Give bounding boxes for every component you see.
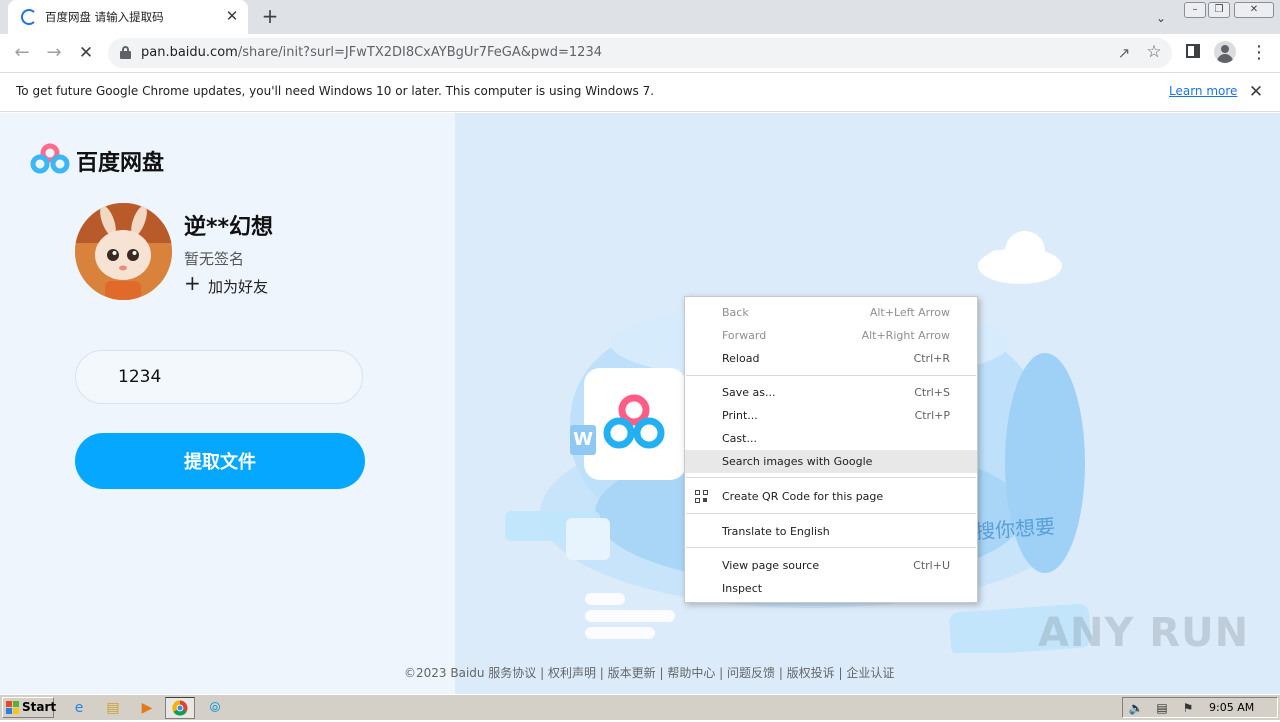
update-infobar: To get future Google Chrome updates, you… bbox=[0, 72, 1280, 112]
infobar-close-icon[interactable]: ✕ bbox=[1246, 82, 1266, 102]
share-username: 逆**幻想 bbox=[184, 215, 274, 240]
context-menu-cast[interactable]: Cast... bbox=[685, 427, 977, 450]
tab-strip: 百度网盘 请输入提取码 ✕ + ⌄ – ❐ ✕ bbox=[0, 0, 1280, 34]
windows-taskbar: Start e ▤ ▶ ⦾ 🔈 ▤ ⚑ 9:05 AM bbox=[0, 694, 1280, 720]
menu-separator bbox=[686, 547, 976, 548]
hero-search-text: 搜你想要 bbox=[974, 514, 1056, 544]
anyrun-watermark: ANY RUN bbox=[1038, 610, 1250, 656]
context-menu: Back Alt+Left Arrow Forward Alt+Right Arro… bbox=[684, 296, 978, 603]
learn-more-link[interactable]: Learn more bbox=[1169, 84, 1237, 98]
menu-item-label: Translate to English bbox=[722, 525, 830, 538]
menu-item-label: Forward bbox=[722, 329, 767, 342]
chrome-icon[interactable] bbox=[165, 697, 195, 719]
infobar-message: To get future Google Chrome updates, you… bbox=[16, 84, 655, 98]
context-menu-print[interactable]: Print... Ctrl+P bbox=[685, 404, 977, 427]
ie-icon[interactable]: e bbox=[68, 698, 90, 718]
avatar[interactable] bbox=[75, 203, 172, 300]
word-doc-icon: W bbox=[570, 425, 596, 455]
left-panel: 百度网盘 逆**幻想 暂无签名 + 加为好友 提取文件 bbox=[0, 113, 455, 694]
stop-icon[interactable]: ✕ bbox=[74, 41, 98, 65]
media-player-icon[interactable]: ▶ bbox=[136, 698, 158, 718]
user-signature: 暂无签名 bbox=[184, 250, 245, 268]
menu-icon[interactable]: ⋮ bbox=[1250, 41, 1268, 65]
menu-item-shortcut: Ctrl+R bbox=[913, 352, 950, 365]
taskbar-clock[interactable]: 9:05 AM bbox=[1209, 701, 1254, 714]
netdisk-logo-icon bbox=[30, 143, 70, 174]
menu-separator bbox=[686, 513, 976, 514]
menu-item-label: Search images with Google bbox=[722, 455, 873, 468]
context-menu-inspect[interactable]: Inspect bbox=[685, 577, 977, 600]
menu-item-shortcut: Alt+Left Arrow bbox=[869, 306, 950, 319]
address-bar[interactable]: pan.baidu.com/share/init?surl=JFwTX2DI8C… bbox=[108, 38, 1172, 68]
context-menu-view-source[interactable]: View page source Ctrl+U bbox=[685, 554, 977, 577]
context-menu-create-qr[interactable]: Create QR Code for this page bbox=[685, 485, 977, 508]
action-center-flag-icon[interactable]: ⚑ bbox=[1179, 699, 1197, 717]
menu-separator bbox=[686, 375, 976, 376]
logo-text: 百度网盘 bbox=[76, 151, 165, 176]
menu-item-label: Reload bbox=[722, 352, 760, 365]
share-icon[interactable]: ↗ bbox=[1114, 43, 1134, 63]
context-menu-reload[interactable]: Reload Ctrl+R bbox=[685, 347, 977, 370]
context-menu-forward[interactable]: Forward Alt+Right Arrow bbox=[685, 324, 977, 347]
menu-item-label: View page source bbox=[722, 559, 820, 572]
system-tray: 🔈 ▤ ⚑ 9:05 AM bbox=[1122, 697, 1278, 718]
menu-item-label: Create QR Code for this page bbox=[722, 490, 884, 503]
explorer-icon[interactable]: ▤ bbox=[102, 698, 124, 718]
menu-item-label: Cast... bbox=[722, 432, 757, 445]
chrome-logo-icon bbox=[172, 700, 188, 716]
url-path: /share/init?surl=JFwTX2DI8CxAYBgUr7FeGA&… bbox=[237, 45, 602, 60]
extraction-code-input[interactable] bbox=[75, 350, 363, 404]
menu-item-shortcut: Ctrl+P bbox=[914, 409, 950, 422]
windows-flag-icon bbox=[6, 701, 19, 714]
menu-item-shortcut: Ctrl+S bbox=[914, 386, 950, 399]
qr-code-icon bbox=[695, 490, 709, 504]
new-tab-button[interactable]: + bbox=[258, 5, 282, 29]
browser-toolbar: ← → ✕ pan.baidu.com/share/init?surl=JFwT… bbox=[0, 34, 1280, 72]
page-footer: ©2023 Baidu 服务协议 | 权利声明 | 版本更新 | 帮助中心 | … bbox=[404, 666, 895, 680]
plus-icon: + bbox=[184, 271, 201, 295]
back-icon[interactable]: ← bbox=[10, 41, 34, 65]
page-content: 百度网盘 逆**幻想 暂无签名 + 加为好友 提取文件 bbox=[0, 113, 1280, 694]
menu-item-label: Inspect bbox=[722, 582, 763, 595]
tab-close-icon[interactable]: ✕ bbox=[223, 7, 241, 25]
add-friend-label: 加为好友 bbox=[208, 278, 269, 296]
menu-separator bbox=[686, 477, 976, 478]
side-panel-icon[interactable] bbox=[1186, 44, 1200, 58]
menu-item-label: Save as... bbox=[722, 386, 776, 399]
url-text[interactable]: pan.baidu.com/share/init?surl=JFwTX2DI8C… bbox=[141, 45, 602, 60]
window-restore-button[interactable]: ❐ bbox=[1208, 2, 1230, 18]
lock-icon[interactable] bbox=[120, 46, 131, 59]
menu-item-shortcut: Ctrl+U bbox=[913, 559, 950, 572]
menu-item-shortcut: Alt+Right Arrow bbox=[861, 329, 950, 342]
menu-item-label: Back bbox=[722, 306, 749, 319]
network-icon[interactable]: ▤ bbox=[1153, 699, 1171, 717]
context-menu-search-images[interactable]: Search images with Google bbox=[685, 450, 977, 473]
loading-spinner-icon bbox=[21, 9, 37, 25]
tab-title: 百度网盘 请输入提取码 bbox=[45, 10, 164, 24]
menu-item-label: Print... bbox=[722, 409, 758, 422]
forward-icon[interactable]: → bbox=[42, 41, 66, 65]
window-minimize-button[interactable]: – bbox=[1184, 2, 1206, 18]
extract-files-button[interactable]: 提取文件 bbox=[75, 433, 365, 489]
volume-icon[interactable]: 🔈 bbox=[1127, 699, 1145, 717]
active-tab[interactable]: 百度网盘 请输入提取码 ✕ bbox=[8, 0, 248, 34]
tab-search-chevron-icon[interactable]: ⌄ bbox=[1152, 9, 1170, 27]
context-menu-back[interactable]: Back Alt+Left Arrow bbox=[685, 301, 977, 324]
start-label: Start bbox=[22, 700, 57, 714]
star-icon[interactable]: ☆ bbox=[1144, 42, 1164, 62]
start-button[interactable]: Start bbox=[2, 697, 57, 718]
profile-icon[interactable] bbox=[1214, 41, 1236, 63]
edge-icon[interactable]: ⦾ bbox=[204, 698, 226, 718]
url-host: pan.baidu.com bbox=[141, 45, 238, 60]
window-close-button[interactable]: ✕ bbox=[1234, 2, 1274, 18]
avatar-image bbox=[75, 203, 172, 300]
context-menu-translate[interactable]: Translate to English bbox=[685, 520, 977, 543]
context-menu-save-as[interactable]: Save as... Ctrl+S bbox=[685, 381, 977, 404]
